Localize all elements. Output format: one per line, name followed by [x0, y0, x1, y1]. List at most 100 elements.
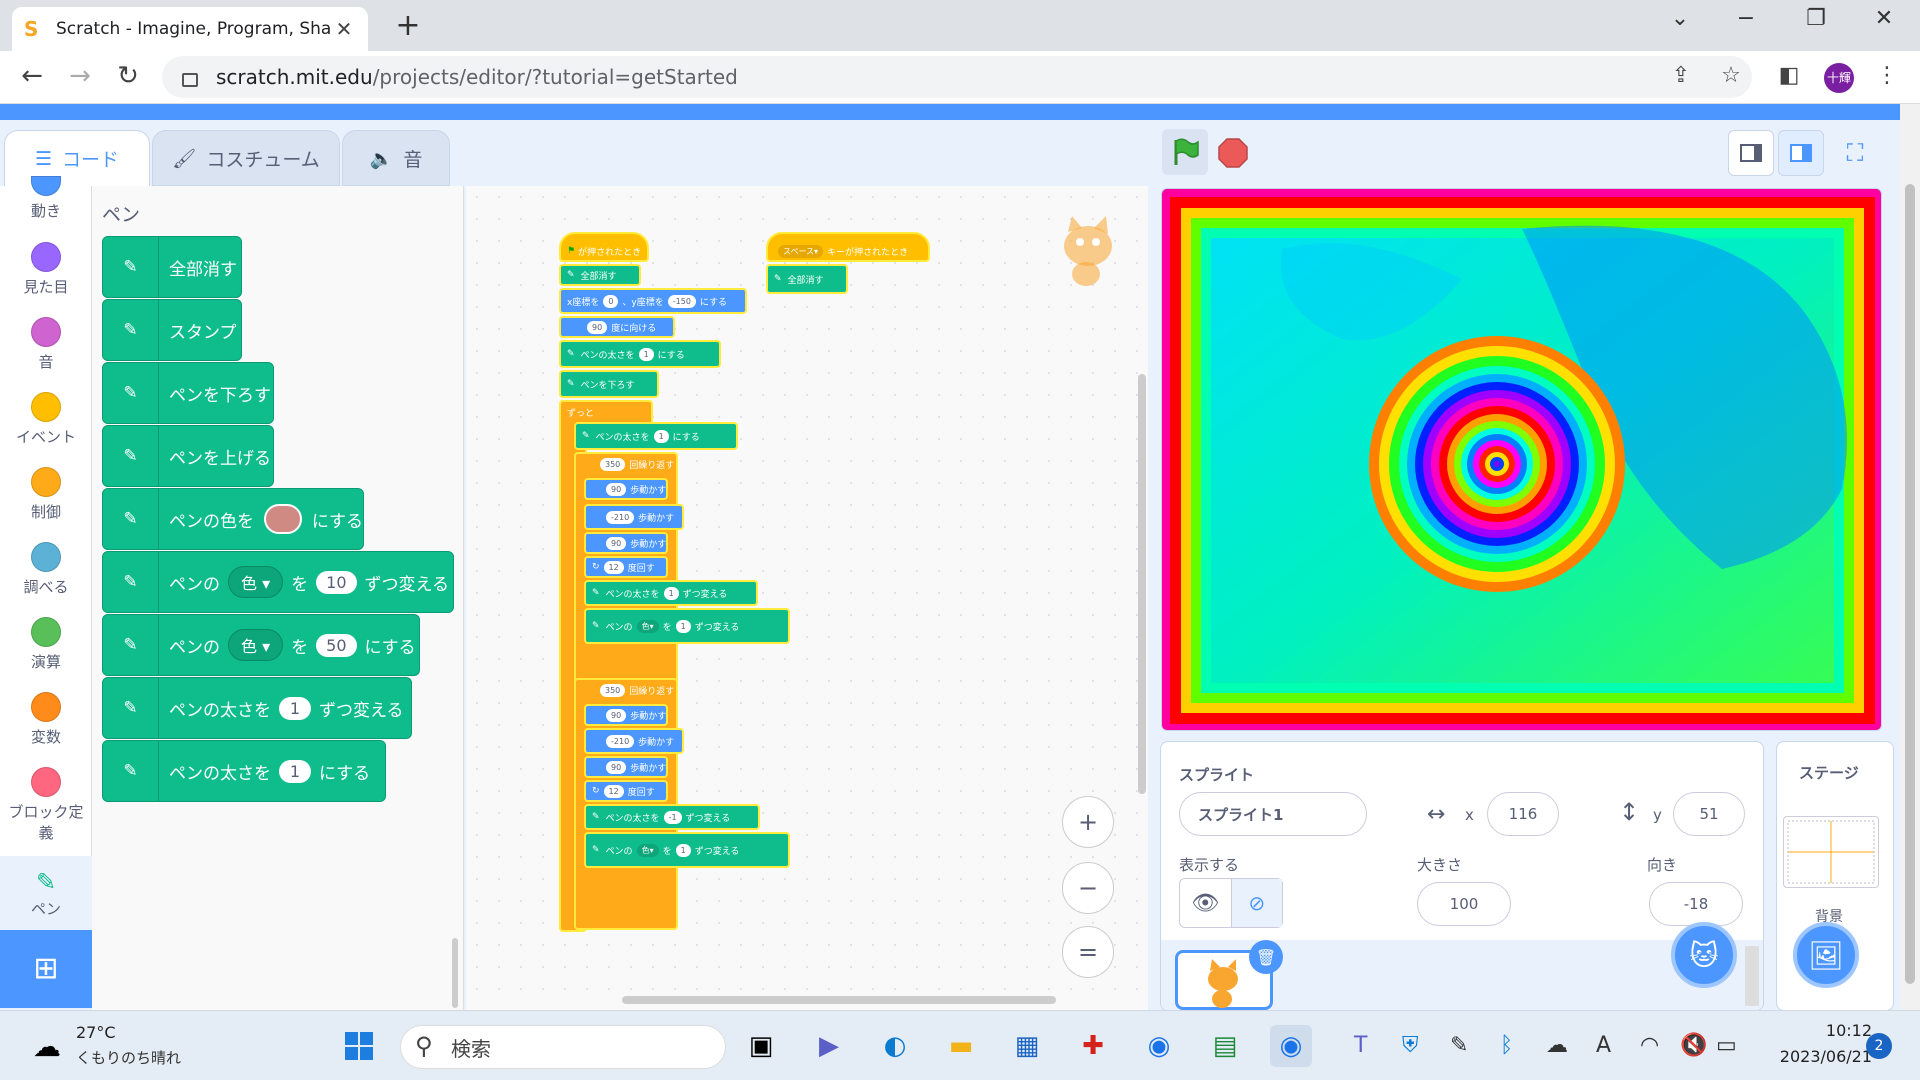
category-variables[interactable]: 変数: [0, 692, 92, 747]
color-change-input[interactable]: 1: [675, 619, 691, 633]
category-pen[interactable]: ✎ ペン: [0, 868, 92, 919]
change-pen-color-block[interactable]: ✎ ペンの 色▾ を 1 ずつ変える: [584, 608, 790, 644]
pen-color-swatch[interactable]: [264, 504, 302, 534]
wifi-icon[interactable]: ◠: [1640, 1033, 1659, 1058]
tab-costumes[interactable]: 🖌 コスチューム: [152, 130, 340, 186]
category-events[interactable]: イベント: [0, 392, 92, 447]
color-change-input[interactable]: 1: [675, 843, 691, 857]
set-amount-input[interactable]: 50: [316, 633, 357, 657]
category-my-blocks[interactable]: ブロック定義: [0, 767, 92, 843]
y-input[interactable]: 51: [1673, 792, 1745, 836]
palette-block-stamp[interactable]: ✎ スタンプ: [102, 299, 242, 361]
repeat-count-input[interactable]: 350: [600, 684, 626, 697]
move-steps-input[interactable]: -210: [606, 734, 635, 748]
ime-icon[interactable]: A: [1596, 1033, 1611, 1058]
bluetooth-icon[interactable]: ᛒ: [1500, 1033, 1513, 1058]
pen-param-dropdown[interactable]: 色 ▾: [228, 629, 284, 661]
file-explorer-icon[interactable]: ▬: [940, 1025, 982, 1067]
pen-tray-icon[interactable]: ✎: [1450, 1033, 1468, 1058]
back-icon[interactable]: ←: [14, 61, 50, 91]
move-steps-input[interactable]: 90: [606, 536, 627, 550]
change-pen-color-block[interactable]: ✎ ペンの 色▾ を 1 ずつ変える: [584, 832, 790, 868]
chat-icon[interactable]: ▶: [808, 1025, 850, 1067]
move-block[interactable]: 90 歩動かす: [584, 704, 668, 726]
set-pen-size-block[interactable]: ✎ ペンの太さを 1 にする: [574, 422, 738, 450]
direction-input[interactable]: 90: [587, 320, 608, 334]
point-direction-block[interactable]: 90 度に向ける: [559, 316, 675, 338]
x-input[interactable]: 116: [1487, 792, 1559, 836]
share-icon[interactable]: ⇪: [1664, 63, 1698, 88]
size-change-input[interactable]: -1: [663, 810, 682, 824]
classroom-icon[interactable]: ▤: [1204, 1025, 1246, 1067]
turn-block[interactable]: ↻ 12 度回す: [584, 556, 668, 578]
size-input[interactable]: 100: [1417, 882, 1511, 926]
workspace-vertical-scrollbar[interactable]: [1138, 374, 1146, 794]
sprite-list-scrollbar[interactable]: [1745, 946, 1759, 1006]
pen-param-dropdown[interactable]: 色 ▾: [228, 566, 284, 598]
palette-block-pen-up[interactable]: ✎ ペンを上げる: [102, 425, 274, 487]
edge-icon[interactable]: ◐: [874, 1025, 916, 1067]
profile-avatar[interactable]: 十輝: [1824, 63, 1854, 93]
tab-close-icon[interactable]: ✕: [332, 17, 356, 41]
side-panel-icon[interactable]: ◧: [1772, 63, 1806, 88]
move-block[interactable]: 90 歩動かす: [584, 478, 668, 500]
backdrop-thumbnail[interactable]: [1783, 816, 1879, 888]
clear-block[interactable]: ✎ 全部消す: [766, 264, 848, 294]
code-workspace[interactable]: ⚑ が押されたとき ✎ 全部消す x座標を 0 、y座標を -150 にする 90 度に向ける…: [466, 186, 1148, 1010]
goto-x-input[interactable]: 0: [603, 294, 619, 308]
new-tab-button[interactable]: +: [390, 8, 426, 43]
turn-block[interactable]: ↻ 12 度回す: [584, 780, 668, 802]
stage-canvas[interactable]: [1161, 188, 1882, 731]
turn-degrees-input[interactable]: 12: [603, 560, 624, 574]
stop-button[interactable]: [1218, 138, 1248, 168]
change-amount-input[interactable]: 10: [316, 570, 357, 594]
weather-cloud-icon[interactable]: ☁: [26, 1025, 68, 1067]
stage-selector-panel[interactable]: ステージ 背景 🖼: [1776, 741, 1894, 1011]
set-pen-size-block[interactable]: ✎ ペンの太さを 1 にする: [559, 340, 721, 368]
size-change-input[interactable]: 1: [279, 696, 311, 720]
add-extension-button[interactable]: ⊞: [0, 930, 92, 1008]
change-pen-size-block[interactable]: ✎ ペンの太さを -1 ずつ変える: [584, 804, 760, 830]
direction-input[interactable]: -18: [1649, 882, 1743, 926]
battery-icon[interactable]: ▭: [1716, 1033, 1737, 1058]
size-change-input[interactable]: 1: [663, 586, 679, 600]
window-close-icon[interactable]: ✕: [1864, 6, 1904, 31]
move-block[interactable]: 90 歩動かす: [584, 532, 668, 554]
zoom-reset-button[interactable]: =: [1062, 926, 1114, 978]
size-input[interactable]: 1: [653, 429, 669, 443]
page-scrollbar[interactable]: [1900, 104, 1920, 1010]
address-bar[interactable]: scratch.mit.edu/projects/editor/?tutoria…: [162, 56, 1752, 98]
category-sound[interactable]: 音: [0, 317, 92, 372]
browser-tab[interactable]: S Scratch - Imagine, Program, Shar ✕: [12, 7, 368, 51]
palette-block-set-pen-color[interactable]: ✎ ペンの色を にする: [102, 488, 364, 550]
add-backdrop-button[interactable]: 🖼: [1793, 922, 1859, 988]
palette-scrollbar[interactable]: [452, 938, 458, 1008]
clock-date[interactable]: 2023/06/21: [1762, 1047, 1872, 1066]
move-steps-input[interactable]: 90: [606, 708, 627, 722]
palette-block-change-pen-size[interactable]: ✎ ペンの太さを 1 ずつ変える: [102, 677, 412, 739]
zoom-out-button[interactable]: −: [1062, 862, 1114, 914]
pen-param-dropdown[interactable]: 色▾: [636, 843, 659, 857]
size-set-input[interactable]: 1: [279, 759, 311, 783]
turn-degrees-input[interactable]: 12: [603, 784, 624, 798]
palette-block-change-pen-param[interactable]: ✎ ペンの色 ▾ を 10 ずつ変える: [102, 551, 454, 613]
bookmark-star-icon[interactable]: ☆: [1714, 63, 1748, 88]
change-pen-size-block[interactable]: ✎ ペンの太さを 1 ずつ変える: [584, 580, 758, 606]
delete-sprite-button[interactable]: 🗑: [1249, 940, 1283, 974]
zoom-in-button[interactable]: +: [1062, 796, 1114, 848]
sprite-name-input[interactable]: スプライト1: [1179, 792, 1367, 836]
size-input[interactable]: 1: [638, 347, 654, 361]
fullscreen-button[interactable]: ⛶: [1832, 130, 1878, 176]
restore-icon[interactable]: ❐: [1796, 6, 1836, 31]
goto-xy-block[interactable]: x座標を 0 、y座標を -150 にする: [559, 288, 747, 314]
start-button[interactable]: [338, 1025, 380, 1067]
move-block[interactable]: -210 歩動かす: [584, 504, 684, 530]
when-key-pressed-block[interactable]: スペース▾ キーが押されたとき: [766, 232, 930, 262]
move-block[interactable]: 90 歩動かす: [584, 756, 668, 778]
browser-menu-icon[interactable]: ⋮: [1870, 63, 1904, 88]
task-view-icon[interactable]: ▣: [740, 1025, 782, 1067]
defender-icon[interactable]: ⛨: [1402, 1033, 1419, 1058]
reload-icon[interactable]: ↻: [110, 61, 146, 91]
small-stage-button[interactable]: [1728, 130, 1774, 176]
onedrive-icon[interactable]: ☁: [1546, 1033, 1568, 1058]
